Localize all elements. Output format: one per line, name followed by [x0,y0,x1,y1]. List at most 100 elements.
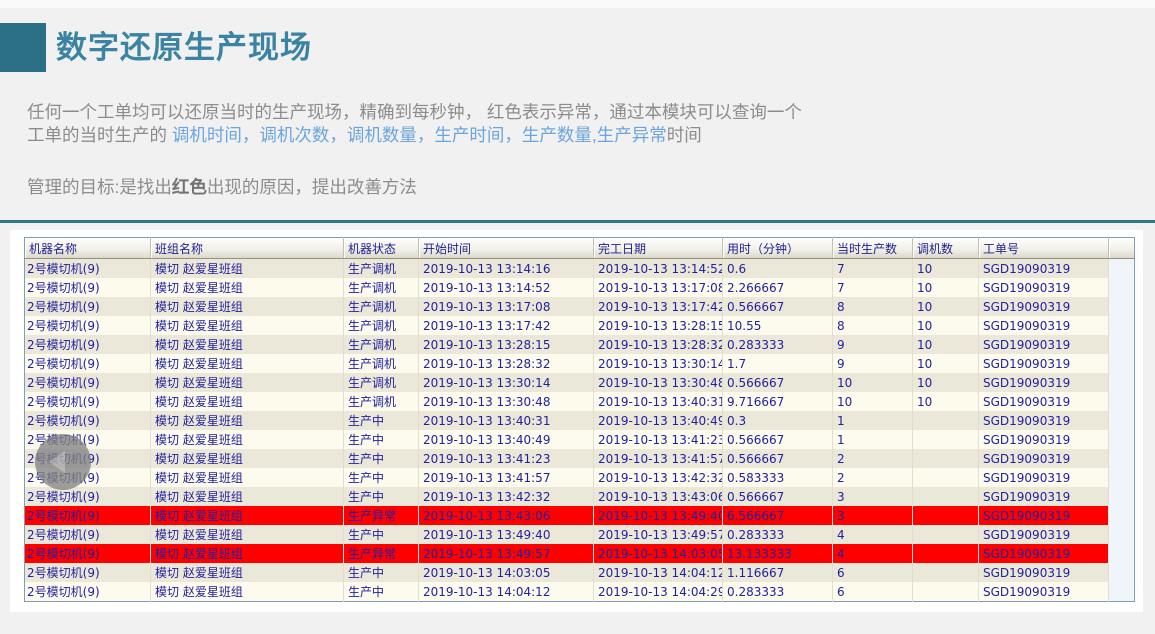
cell-order: SGD19090319 [979,316,1109,335]
cell-team: 模切 赵爱星班组 [151,430,344,449]
title-accent-square [0,23,46,72]
cell-start: 2019-10-13 13:42:32 [419,487,594,506]
cell-minutes: 0.566667 [723,487,833,506]
cell-team: 模切 赵爱星班组 [151,316,344,335]
cell-minutes: 0.283333 [723,335,833,354]
table-row[interactable]: 2号模切机(9)模切 赵爱星班组生产调机2019-10-13 13:14:522… [25,278,1135,297]
column-header-order[interactable]: 工单号 [979,238,1109,259]
text-segment-gray: 时间 [667,125,702,145]
table-row[interactable]: 2号模切机(9)模切 赵爱星班组生产调机2019-10-13 13:17:422… [25,316,1135,335]
cell-end: 2019-10-13 13:17:08 [594,278,723,297]
cell-blank [1109,506,1135,525]
cell-blank [1109,563,1135,582]
cell-machine: 2号模切机(9) [25,354,151,373]
section-divider [0,220,1155,223]
cell-minutes: 6.566667 [723,506,833,525]
cell-order: SGD19090319 [979,449,1109,468]
cell-machine: 2号模切机(9) [25,373,151,392]
intro-line-2: 工单的当时生产的 调机时间，调机次数，调机数量，生产时间，生产数量,生产异常时间 [27,125,702,145]
cell-start: 2019-10-13 13:17:42 [419,316,594,335]
column-header-end[interactable]: 完工日期 [594,238,723,259]
table-row[interactable]: 2号模切机(9)模切 赵爱星班组生产中2019-10-13 13:42:3220… [25,487,1135,506]
cell-start: 2019-10-13 13:41:57 [419,468,594,487]
table-panel: 机器名称班组名称机器状态开始时间完工日期用时（分钟）当时生产数调机数工单号2号模… [10,230,1143,612]
cell-start: 2019-10-13 14:03:05 [419,563,594,582]
cell-start: 2019-10-13 13:49:40 [419,525,594,544]
cell-adjust: 10 [913,278,979,297]
cell-blank [1109,525,1135,544]
cell-order: SGD19090319 [979,411,1109,430]
cell-order: SGD19090319 [979,297,1109,316]
cell-team: 模切 赵爱星班组 [151,525,344,544]
table-row[interactable]: 2号模切机(9)模切 赵爱星班组生产中2019-10-13 13:40:4920… [25,430,1135,449]
column-header-status[interactable]: 机器状态 [344,238,419,259]
cell-team: 模切 赵爱星班组 [151,582,344,602]
cell-adjust [913,563,979,582]
cell-blank [1109,373,1135,392]
cell-order: SGD19090319 [979,335,1109,354]
table-row[interactable]: 2号模切机(9)模切 赵爱星班组生产调机2019-10-13 13:28:152… [25,335,1135,354]
cell-produced: 10 [833,392,913,411]
cell-end: 2019-10-13 13:14:52 [594,259,723,279]
cell-status: 生产中 [344,430,419,449]
cell-blank [1109,544,1135,563]
column-header-team[interactable]: 班组名称 [151,238,344,259]
cell-machine: 2号模切机(9) [25,316,151,335]
column-header-adjust[interactable]: 调机数 [913,238,979,259]
table-row[interactable]: 2号模切机(9)模切 赵爱星班组生产调机2019-10-13 13:17:082… [25,297,1135,316]
cell-order: SGD19090319 [979,392,1109,411]
column-header-produced[interactable]: 当时生产数 [833,238,913,259]
cell-team: 模切 赵爱星班组 [151,449,344,468]
cell-machine: 2号模切机(9) [25,259,151,279]
cell-end: 2019-10-13 13:43:06 [594,487,723,506]
cell-produced: 8 [833,316,913,335]
table-row[interactable]: 2号模切机(9)模切 赵爱星班组生产中2019-10-13 13:41:2320… [25,449,1135,468]
cell-minutes: 0.566667 [723,373,833,392]
cell-team: 模切 赵爱星班组 [151,411,344,430]
table-row[interactable]: 2号模切机(9)模切 赵爱星班组生产调机2019-10-13 13:30:142… [25,373,1135,392]
cell-blank [1109,487,1135,506]
cell-start: 2019-10-13 13:28:32 [419,354,594,373]
cell-end: 2019-10-13 13:49:40 [594,506,723,525]
cell-team: 模切 赵爱星班组 [151,563,344,582]
cell-end: 2019-10-13 13:41:23 [594,430,723,449]
page-title: 数字还原生产现场 [56,22,312,67]
table-row[interactable]: 2号模切机(9)模切 赵爱星班组生产中2019-10-13 13:40:3120… [25,411,1135,430]
table-row[interactable]: 2号模切机(9)模切 赵爱星班组生产中2019-10-13 13:49:4020… [25,525,1135,544]
cell-status: 生产异常 [344,544,419,563]
cell-start: 2019-10-13 13:17:08 [419,297,594,316]
cell-produced: 2 [833,449,913,468]
table-row-alert[interactable]: 2号模切机(9)模切 赵爱星班组生产异常2019-10-13 13:49:572… [25,544,1135,563]
cell-team: 模切 赵爱星班组 [151,487,344,506]
cell-end: 2019-10-13 13:28:32 [594,335,723,354]
column-header-start[interactable]: 开始时间 [419,238,594,259]
table-row[interactable]: 2号模切机(9)模切 赵爱星班组生产调机2019-10-13 13:30:482… [25,392,1135,411]
cell-status: 生产调机 [344,297,419,316]
table-row[interactable]: 2号模切机(9)模切 赵爱星班组生产中2019-10-13 14:04:1220… [25,582,1135,602]
table-row[interactable]: 2号模切机(9)模切 赵爱星班组生产调机2019-10-13 13:14:162… [25,259,1135,279]
top-strip [0,0,1155,8]
cell-minutes: 1.116667 [723,563,833,582]
column-header-minutes[interactable]: 用时（分钟） [723,238,833,259]
column-header-blank [1109,238,1135,259]
cell-minutes: 0.6 [723,259,833,279]
cell-team: 模切 赵爱星班组 [151,259,344,279]
cell-status: 生产中 [344,563,419,582]
column-header-machine[interactable]: 机器名称 [25,238,151,259]
slide: 数字还原生产现场 任何一个工单均可以还原当时的生产现场，精确到每秒钟， 红色表示… [0,0,1155,634]
table-row-alert[interactable]: 2号模切机(9)模切 赵爱星班组生产异常2019-10-13 13:43:062… [25,506,1135,525]
cell-start: 2019-10-13 13:49:57 [419,544,594,563]
cell-end: 2019-10-13 13:30:48 [594,373,723,392]
header-row: 机器名称班组名称机器状态开始时间完工日期用时（分钟）当时生产数调机数工单号 [25,238,1135,259]
cell-produced: 9 [833,335,913,354]
table-row[interactable]: 2号模切机(9)模切 赵爱星班组生产调机2019-10-13 13:28:322… [25,354,1135,373]
cell-status: 生产调机 [344,354,419,373]
table-row[interactable]: 2号模切机(9)模切 赵爱星班组生产中2019-10-13 13:41:5720… [25,468,1135,487]
cell-start: 2019-10-13 13:40:31 [419,411,594,430]
cell-order: SGD19090319 [979,506,1109,525]
cell-status: 生产调机 [344,316,419,335]
cell-team: 模切 赵爱星班组 [151,468,344,487]
cell-team: 模切 赵爱星班组 [151,373,344,392]
cell-order: SGD19090319 [979,278,1109,297]
table-row[interactable]: 2号模切机(9)模切 赵爱星班组生产中2019-10-13 14:03:0520… [25,563,1135,582]
